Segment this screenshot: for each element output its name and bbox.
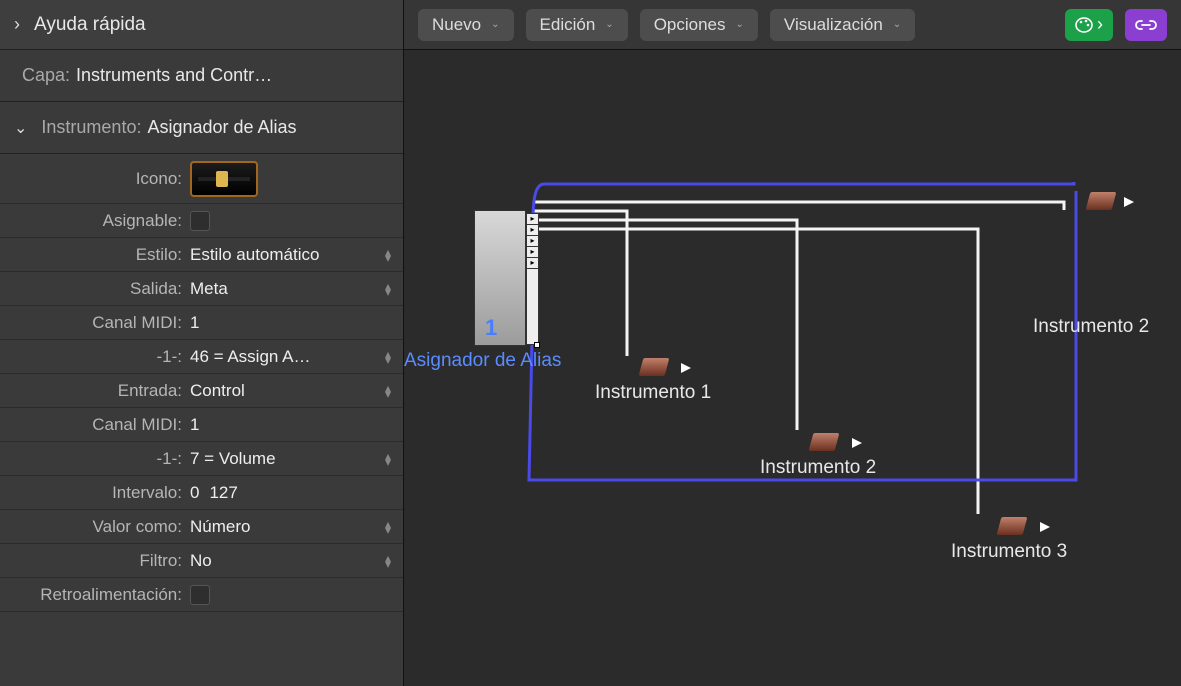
instrument-icon[interactable] bbox=[639, 358, 670, 376]
prop-canal-midi-1[interactable]: Canal MIDI: 1 bbox=[0, 306, 403, 340]
quick-help-header[interactable]: › Ayuda rápida bbox=[0, 0, 403, 50]
icon-preview[interactable] bbox=[190, 161, 258, 197]
stepper-icon[interactable]: ▴▾ bbox=[385, 555, 391, 567]
prop-valor-como-value: Número bbox=[190, 517, 250, 537]
alias-index: 1 bbox=[485, 315, 497, 341]
prop-intervalo-min: 0 bbox=[190, 483, 199, 503]
prop-intervalo[interactable]: Intervalo: 0 127 bbox=[0, 476, 403, 510]
asignable-checkbox[interactable] bbox=[190, 211, 210, 231]
flag-icon bbox=[1124, 197, 1134, 207]
toolbar: Nuevo⌄ Edición⌄ Opciones⌄ Visualización⌄… bbox=[404, 0, 1181, 50]
menu-opciones[interactable]: Opciones⌄ bbox=[640, 9, 758, 41]
prop-canal-midi-2-value: 1 bbox=[190, 415, 199, 435]
prop-filtro-value: No bbox=[190, 551, 212, 571]
link-icon bbox=[1135, 17, 1157, 33]
flag-icon bbox=[1040, 522, 1050, 532]
chevron-right-icon[interactable]: › bbox=[14, 14, 20, 35]
prop-neg1-b[interactable]: -1-: 7 = Volume ▴▾ bbox=[0, 442, 403, 476]
link-button[interactable] bbox=[1125, 9, 1167, 41]
prop-icono-label: Icono: bbox=[0, 169, 190, 189]
layer-label: Capa: bbox=[22, 65, 70, 86]
chevron-down-icon: ⌄ bbox=[893, 19, 901, 30]
stepper-icon[interactable]: ▴▾ bbox=[385, 351, 391, 363]
prop-neg1-a-value: 46 = Assign A… bbox=[190, 347, 311, 367]
chevron-down-icon: ⌄ bbox=[736, 19, 744, 30]
resize-handle-icon[interactable] bbox=[534, 342, 540, 348]
prop-salida-label: Salida: bbox=[0, 279, 190, 299]
menu-edicion[interactable]: Edición⌄ bbox=[526, 9, 628, 41]
node-instr3-label[interactable]: Instrumento 3 bbox=[951, 541, 1067, 563]
layer-value: Instruments and Contr… bbox=[76, 65, 272, 86]
prop-retro-label: Retroalimentación: bbox=[0, 585, 190, 605]
prop-estilo-label: Estilo: bbox=[0, 245, 190, 265]
inspector-panel: › Ayuda rápida Capa: Instruments and Con… bbox=[0, 0, 404, 686]
stepper-icon[interactable]: ▴▾ bbox=[385, 249, 391, 261]
flag-icon bbox=[681, 363, 691, 373]
node-instr2r-label[interactable]: Instrumento 2 bbox=[1033, 316, 1149, 338]
prop-canal-midi-2-label: Canal MIDI: bbox=[0, 415, 190, 435]
stepper-icon[interactable]: ▴▾ bbox=[385, 385, 391, 397]
prop-canal-midi-2[interactable]: Canal MIDI: 1 bbox=[0, 408, 403, 442]
prop-salida-value: Meta bbox=[190, 279, 228, 299]
prop-valor-como[interactable]: Valor como: Número ▴▾ bbox=[0, 510, 403, 544]
prop-retroalimentacion: Retroalimentación: bbox=[0, 578, 403, 612]
prop-estilo[interactable]: Estilo: Estilo automático ▴▾ bbox=[0, 238, 403, 272]
alias-port-strip[interactable]: ▸▸▸▸▸ bbox=[526, 213, 539, 345]
stepper-icon[interactable]: ▴▾ bbox=[385, 521, 391, 533]
menu-nuevo[interactable]: Nuevo⌄ bbox=[418, 9, 514, 41]
prop-neg1-b-value: 7 = Volume bbox=[190, 449, 276, 469]
prop-neg1-a[interactable]: -1-: 46 = Assign A… ▴▾ bbox=[0, 340, 403, 374]
prop-entrada-label: Entrada: bbox=[0, 381, 190, 401]
prop-filtro-label: Filtro: bbox=[0, 551, 190, 571]
instrument-label: Instrumento: bbox=[41, 117, 141, 138]
instrument-icon[interactable] bbox=[1086, 192, 1117, 210]
prop-valor-como-label: Valor como: bbox=[0, 517, 190, 537]
prop-intervalo-max: 127 bbox=[209, 483, 237, 503]
prop-canal-midi-1-value: 1 bbox=[190, 313, 199, 333]
node-instr2-label[interactable]: Instrumento 2 bbox=[760, 457, 876, 479]
prop-entrada[interactable]: Entrada: Control ▴▾ bbox=[0, 374, 403, 408]
prop-entrada-value: Control bbox=[190, 381, 245, 401]
node-alias-assigner[interactable]: 1 ▸▸▸▸▸ bbox=[474, 210, 526, 346]
stepper-icon[interactable]: ▴▾ bbox=[385, 453, 391, 465]
prop-salida[interactable]: Salida: Meta ▴▾ bbox=[0, 272, 403, 306]
flag-icon bbox=[852, 438, 862, 448]
chevron-down-icon: ⌄ bbox=[605, 19, 613, 30]
prop-estilo-value: Estilo automático bbox=[190, 245, 319, 265]
prop-canal-midi-1-label: Canal MIDI: bbox=[0, 313, 190, 333]
prop-filtro[interactable]: Filtro: No ▴▾ bbox=[0, 544, 403, 578]
palette-button[interactable]: › bbox=[1065, 9, 1113, 41]
prop-intervalo-label: Intervalo: bbox=[0, 483, 190, 503]
prop-icono: Icono: bbox=[0, 154, 403, 204]
menu-visualizacion[interactable]: Visualización⌄ bbox=[770, 9, 915, 41]
prop-asignable: Asignable: bbox=[0, 204, 403, 238]
chevron-down-icon: ⌄ bbox=[491, 19, 499, 30]
instrument-icon[interactable] bbox=[809, 433, 840, 451]
stepper-icon[interactable]: ▴▾ bbox=[385, 283, 391, 295]
palette-icon bbox=[1075, 16, 1095, 34]
chevron-down-icon[interactable]: ⌄ bbox=[14, 118, 27, 138]
instrument-section-header[interactable]: ⌄ Instrumento: Asignador de Alias bbox=[0, 102, 403, 154]
prop-neg1-b-label: -1-: bbox=[0, 449, 190, 469]
layer-row[interactable]: Capa: Instruments and Contr… bbox=[0, 50, 403, 102]
quick-help-title: Ayuda rápida bbox=[34, 14, 146, 36]
instrument-icon[interactable] bbox=[997, 517, 1028, 535]
prop-neg1-a-label: -1-: bbox=[0, 347, 190, 367]
prop-asignable-label: Asignable: bbox=[0, 211, 190, 231]
node-instr1-label[interactable]: Instrumento 1 bbox=[595, 382, 711, 404]
instrument-value: Asignador de Alias bbox=[147, 117, 296, 138]
environment-canvas[interactable]: 1 ▸▸▸▸▸ Asignador de Alias Instrumento 1… bbox=[404, 50, 1181, 686]
node-alias-label[interactable]: Asignador de Alias bbox=[404, 350, 561, 372]
retro-checkbox[interactable] bbox=[190, 585, 210, 605]
